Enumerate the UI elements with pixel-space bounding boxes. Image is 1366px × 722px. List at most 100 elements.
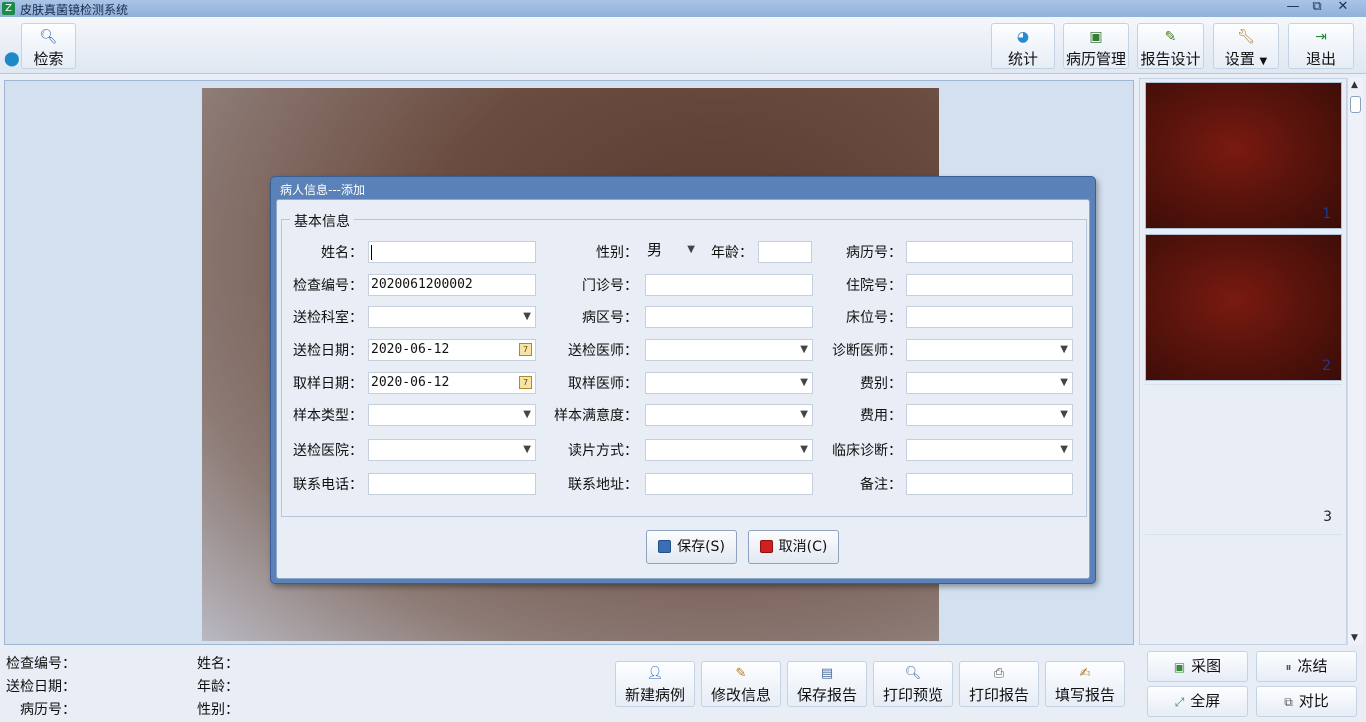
send-doctor-select[interactable]: ▼ xyxy=(645,339,813,361)
send-date-picker[interactable]: 2020-06-12 7 xyxy=(368,339,536,361)
inpatient-no-field[interactable] xyxy=(906,274,1073,296)
phone-field[interactable] xyxy=(368,473,536,495)
record-no-field[interactable] xyxy=(906,241,1073,263)
sample-type-select[interactable]: ▼ xyxy=(368,404,536,426)
chevron-down-icon: ▼ xyxy=(687,244,695,255)
freeze-button[interactable]: ⏸︎ 冻结 xyxy=(1256,651,1357,682)
fee-select[interactable]: ▼ xyxy=(906,404,1073,426)
label-hospital: 送检医院： xyxy=(293,443,363,459)
thumbnail-3[interactable]: 3 xyxy=(1145,384,1342,531)
scroll-down-icon[interactable]: ▼ xyxy=(1351,633,1358,643)
fee-type-select[interactable]: ▼ xyxy=(906,372,1073,394)
cancel-button[interactable]: 取消(C) xyxy=(748,530,839,564)
sample-doctor-select[interactable]: ▼ xyxy=(645,372,813,394)
capture-button[interactable]: ▣ 采图 xyxy=(1147,651,1248,682)
window-title: 皮肤真菌镜检测系统 xyxy=(20,3,129,17)
exam-no-field[interactable]: 2020061200002 xyxy=(368,274,536,296)
hospital-select[interactable]: ▼ xyxy=(368,439,536,461)
print-preview-icon: 🔍︎ xyxy=(904,666,922,681)
reading-mode-select[interactable]: ▼ xyxy=(645,439,813,461)
dept-select[interactable]: ▼ xyxy=(368,306,536,328)
remark-field[interactable] xyxy=(906,473,1073,495)
settings-button[interactable]: 🔧︎ 设置 ▼ xyxy=(1213,23,1279,69)
records-button[interactable]: ▣ 病历管理 xyxy=(1063,23,1129,69)
floppy-disk-icon xyxy=(658,540,672,553)
label-sample-satisfaction: 样本满意度： xyxy=(554,408,638,424)
chevron-down-icon: ▼ xyxy=(800,444,808,455)
calendar-icon[interactable]: 7 xyxy=(519,376,532,389)
diag-doctor-select[interactable]: ▼ xyxy=(906,339,1073,361)
location-pin-icon: ⬤ xyxy=(4,51,20,67)
search-button[interactable]: 🔍︎ 检索 xyxy=(21,23,76,69)
name-field[interactable] xyxy=(368,241,536,263)
thumbnail-4[interactable] xyxy=(1145,534,1342,644)
fill-report-icon: ✍ xyxy=(1079,666,1091,681)
pause-icon: ⏸︎ xyxy=(1285,660,1292,674)
print-preview-button[interactable]: 🔍︎ 打印预览 xyxy=(873,661,953,707)
chevron-down-icon: ▼ xyxy=(1259,56,1268,67)
label-address: 联系地址： xyxy=(568,477,638,493)
thumbnail-panel: 1 2 3 xyxy=(1139,78,1347,645)
pie-chart-icon: ◕ xyxy=(1016,29,1030,45)
sex-select[interactable]: 男 ▼ xyxy=(645,240,699,262)
stats-button[interactable]: ◕ 统计 xyxy=(991,23,1055,69)
info-send-date: 送检日期： xyxy=(6,679,76,695)
age-field[interactable] xyxy=(758,241,812,263)
print-report-button[interactable]: ⎙ 打印报告 xyxy=(959,661,1039,707)
report-design-button[interactable]: ✎ 报告设计 xyxy=(1137,23,1204,69)
printer-icon: ⎙ xyxy=(993,666,1005,681)
chevron-down-icon: ▼ xyxy=(523,444,531,455)
save-button[interactable]: 保存(S) xyxy=(646,530,737,564)
sample-satisfaction-select[interactable]: ▼ xyxy=(645,404,813,426)
info-age: 年龄： xyxy=(197,679,239,695)
info-name: 姓名： xyxy=(197,656,239,672)
minimize-button[interactable]: — xyxy=(1282,0,1304,15)
edit-document-icon: ✎ xyxy=(1164,29,1177,45)
title-bar: Z 皮肤真菌镜检测系统 — ⧉ ✕ xyxy=(0,0,1366,17)
new-case-button[interactable]: 👤︎ 新建病例 xyxy=(615,661,695,707)
close-button[interactable]: ✕ xyxy=(1332,0,1354,15)
search-icon: 🔍︎ xyxy=(39,29,58,45)
chevron-down-icon: ▼ xyxy=(523,409,531,420)
thumbnail-scrollbar[interactable]: ▲ ▼ xyxy=(1347,78,1363,645)
label-sample-date: 取样日期： xyxy=(293,376,363,392)
patient-info-dialog: 病人信息---添加 基本信息 姓名： 性别： 男 ▼ 年龄： 病历号： 检查编号：… xyxy=(270,176,1096,584)
label-reading-mode: 读片方式： xyxy=(568,443,638,459)
fullscreen-icon: ⤢ xyxy=(1174,695,1185,709)
label-sample-doctor: 取样医师： xyxy=(568,376,638,392)
save-report-button[interactable]: ▤ 保存报告 xyxy=(787,661,867,707)
chevron-down-icon: ▼ xyxy=(1060,344,1068,355)
fill-report-button[interactable]: ✍ 填写报告 xyxy=(1045,661,1125,707)
bed-no-field[interactable] xyxy=(906,306,1073,328)
compare-button[interactable]: ⧉ 对比 xyxy=(1256,686,1357,717)
label-remark: 备注： xyxy=(860,477,902,493)
calendar-icon[interactable]: 7 xyxy=(519,343,532,356)
edit-info-button[interactable]: ✎ 修改信息 xyxy=(701,661,781,707)
bottom-bar: 检查编号： 送检日期： 病历号： 姓名： 年龄： 性别： 👤︎ 新建病例 ✎ 修… xyxy=(0,648,1366,722)
sample-date-picker[interactable]: 2020-06-12 7 xyxy=(368,372,536,394)
info-exam-no: 检查编号： xyxy=(6,656,76,672)
person-icon: 👤︎ xyxy=(646,666,664,681)
cancel-icon xyxy=(759,540,773,553)
chevron-down-icon: ▼ xyxy=(1060,377,1068,388)
label-phone: 联系电话： xyxy=(293,477,363,493)
address-field[interactable] xyxy=(645,473,813,495)
thumbnail-1[interactable]: 1 xyxy=(1145,82,1342,229)
chevron-down-icon: ▼ xyxy=(800,409,808,420)
outpatient-no-field[interactable] xyxy=(645,274,813,296)
chevron-down-icon: ▼ xyxy=(800,344,808,355)
label-name: 姓名： xyxy=(321,245,363,261)
label-ward-no: 病区号： xyxy=(582,310,638,326)
exit-button[interactable]: ⇥ 退出 xyxy=(1288,23,1354,69)
label-clinical-diag: 临床诊断： xyxy=(832,443,902,459)
thumbnail-2[interactable]: 2 xyxy=(1145,234,1342,381)
restore-button[interactable]: ⧉ xyxy=(1306,0,1328,15)
info-record-no: 病历号： xyxy=(20,702,76,718)
clinical-diag-select[interactable]: ▼ xyxy=(906,439,1073,461)
scroll-thumb[interactable] xyxy=(1350,96,1361,113)
fullscreen-button[interactable]: ⤢ 全屏 xyxy=(1147,686,1248,717)
ward-no-field[interactable] xyxy=(645,306,813,328)
exit-icon: ⇥ xyxy=(1315,29,1327,45)
scroll-up-icon[interactable]: ▲ xyxy=(1351,80,1358,90)
dialog-title: 病人信息---添加 xyxy=(280,183,365,197)
